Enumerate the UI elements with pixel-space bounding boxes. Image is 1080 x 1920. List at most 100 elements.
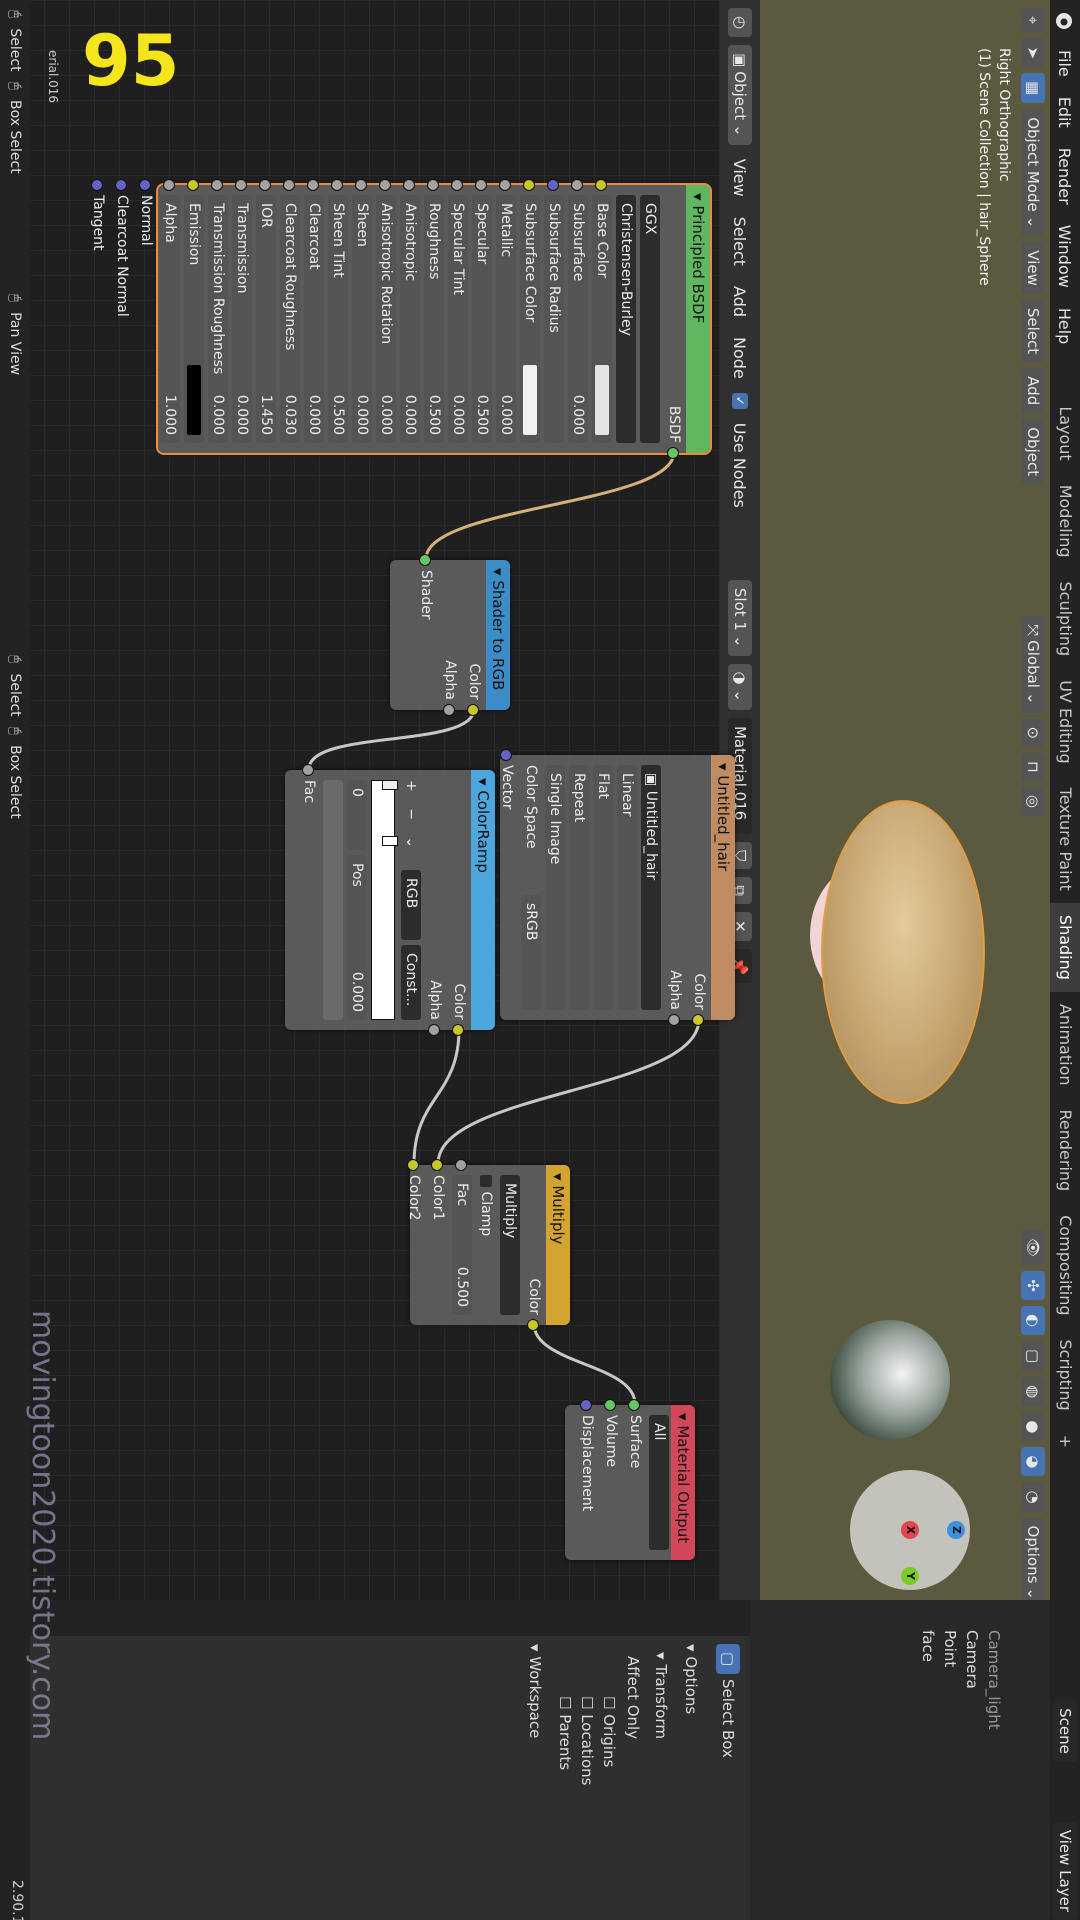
menu-window[interactable]: Window	[1056, 215, 1075, 298]
principled-input-socket[interactable]	[499, 179, 511, 191]
outliner-item-camera-light[interactable]: Camera_light	[983, 1600, 1005, 1920]
ramp-pos-field[interactable]: Pos 0.000	[347, 855, 367, 1020]
viewport-menu-object[interactable]: Object	[1021, 419, 1045, 485]
node-editor-type-button[interactable]: ◴	[728, 8, 752, 38]
principled-input-socket[interactable]	[571, 179, 583, 191]
viewport-menu-view[interactable]: View	[1021, 242, 1045, 294]
proportional-edit-icon[interactable]: ◎	[1021, 786, 1045, 816]
view-layer-selector[interactable]: View Layer	[1053, 1821, 1077, 1920]
fac-slider[interactable]: Fac 0.500	[452, 1175, 472, 1315]
multiply-output-socket[interactable]	[527, 1319, 539, 1331]
principled-input-socket[interactable]	[475, 179, 487, 191]
principled-color-swatch[interactable]	[523, 365, 537, 435]
material-browse-icon[interactable]: ◑ ⌄	[728, 663, 752, 710]
subsurface-method-dropdown[interactable]: Christensen-Burley	[616, 195, 636, 443]
viewport-menu-add[interactable]: Add	[1021, 368, 1045, 414]
principled-input-field[interactable]: Specular Tint 0.000	[448, 195, 468, 443]
principled-input-socket[interactable]	[451, 179, 463, 191]
viewport-menu-select[interactable]: Select	[1021, 299, 1045, 363]
principled-input-field[interactable]: Anisotropic 0.000	[400, 195, 420, 443]
shading-wire-icon[interactable]: ◍	[1021, 1377, 1045, 1407]
multiply-fac-socket[interactable]	[455, 1159, 467, 1171]
add-workspace-button[interactable]: +	[1050, 1423, 1080, 1460]
principled-input-field[interactable]: Anisotropic Rotation 0.000	[376, 195, 396, 443]
principled-input-field[interactable]: Specular 0.500	[472, 195, 492, 443]
bsdf-output-socket[interactable]	[667, 447, 679, 459]
principled-input-socket[interactable]	[331, 179, 343, 191]
node-menu-view[interactable]: View	[731, 153, 750, 203]
ramp-stop-black[interactable]	[382, 780, 398, 790]
ramp-stop-white[interactable]	[382, 836, 398, 846]
multiply-node[interactable]: ▾ Multiply Color Multiply Clamp Fac 0.500…	[406, 1159, 570, 1331]
tab-shading[interactable]: Shading	[1050, 902, 1080, 992]
tab-rendering[interactable]: Rendering	[1050, 1098, 1080, 1204]
principled-input-field[interactable]: Sheen 0.000	[352, 195, 372, 443]
colorramp-header[interactable]: ▾ ColorRamp	[471, 770, 495, 1030]
menu-file[interactable]: File	[1056, 40, 1075, 87]
image-vector-socket[interactable]	[500, 749, 512, 761]
surface-socket[interactable]	[628, 1399, 640, 1411]
target-dropdown[interactable]: All	[649, 1415, 669, 1550]
principled-input-field[interactable]: Base Color	[592, 195, 612, 443]
scene-selector[interactable]: Scene	[1053, 1700, 1077, 1762]
principled-input-field[interactable]: Roughness 0.500	[424, 195, 444, 443]
principled-input-socket[interactable]	[595, 179, 607, 191]
tab-texture-paint[interactable]: Texture Paint	[1050, 776, 1080, 903]
principled-input-socket[interactable]	[91, 179, 103, 191]
interpolation-dropdown[interactable]: Linear	[617, 765, 637, 1010]
ramp-menu-icon[interactable]: ⌄	[403, 836, 419, 848]
tab-uv-editing[interactable]: UV Editing	[1050, 668, 1080, 775]
principled-input-socket[interactable]	[259, 179, 271, 191]
multiply-header[interactable]: ▾ Multiply	[546, 1165, 570, 1325]
image-texture-header[interactable]: ▾ Untitled_hair	[711, 755, 735, 1020]
image-datablock-field[interactable]: ▣ Untitled_hair	[641, 765, 661, 1010]
principled-input-socket[interactable]	[547, 179, 559, 191]
select-mode-icon[interactable]: ▦	[1021, 73, 1045, 104]
use-nodes-checkbox[interactable]: ✓	[732, 392, 748, 409]
gizmo-z-axis[interactable]: Z	[947, 1521, 965, 1539]
projection-dropdown[interactable]: Flat	[593, 765, 613, 1010]
principled-input-socket[interactable]	[379, 179, 391, 191]
origins-toggle[interactable]: ☐ Origins	[598, 1636, 620, 1920]
image-alpha-socket[interactable]	[668, 1014, 680, 1026]
colorramp-fac-socket[interactable]	[302, 764, 314, 776]
outliner-item-face[interactable]: face	[917, 1600, 939, 1920]
navigation-gizmo[interactable]: Z X Y	[850, 1470, 970, 1590]
slot-dropdown[interactable]: Slot 1 ⌄	[728, 579, 752, 656]
principled-input-socket[interactable]	[211, 179, 223, 191]
principled-bsdf-header[interactable]: ▾ Principled BSDF	[686, 185, 710, 453]
tab-modeling[interactable]: Modeling	[1050, 473, 1080, 570]
shading-material-icon[interactable]: ◕	[1021, 1447, 1045, 1477]
material-output-node[interactable]: ▾ Material Output All Surface Volume Dis…	[565, 1399, 695, 1560]
shader-to-rgb-node[interactable]: ▾ Shader to RGB Color Alpha Shader	[390, 554, 510, 716]
ramp-interp-dropdown[interactable]: Const...	[401, 945, 421, 1020]
gizmo-toggle-icon[interactable]: ✣	[1021, 1271, 1045, 1300]
distribution-dropdown[interactable]: GGX	[640, 195, 660, 443]
blend-mode-dropdown[interactable]: Multiply	[500, 1175, 520, 1315]
tab-animation[interactable]: Animation	[1050, 992, 1080, 1098]
principled-input-field[interactable]: Transmission 0.000	[232, 195, 252, 443]
node-menu-select[interactable]: Select	[731, 211, 750, 272]
snap-icon[interactable]: ⊓	[1021, 753, 1045, 781]
principled-input-field[interactable]: Clearcoat 0.000	[304, 195, 324, 443]
options-section[interactable]: ▾ Options	[676, 1636, 706, 1920]
colorspace-dropdown[interactable]: sRGB	[521, 895, 541, 1010]
volume-socket[interactable]	[604, 1399, 616, 1411]
shader-to-rgb-shader-socket[interactable]	[419, 554, 431, 566]
select-tool-icon[interactable]: ➤	[1021, 38, 1045, 68]
locations-toggle[interactable]: ☐ Locations	[576, 1636, 598, 1920]
overlay-toggle-icon[interactable]: ◐	[1021, 1305, 1045, 1335]
image-color-socket[interactable]	[692, 1014, 704, 1026]
blender-logo-icon[interactable]	[1053, 8, 1077, 32]
principled-input-field[interactable]: IOR 1.450	[256, 195, 276, 443]
principled-input-socket[interactable]	[115, 179, 127, 191]
image-texture-node[interactable]: ▾ Untitled_hair Color Alpha ▣ Untitled_h…	[499, 749, 735, 1026]
gizmo-y-axis[interactable]: Y	[901, 1567, 919, 1585]
tab-scripting[interactable]: Scripting	[1050, 1328, 1080, 1423]
node-menu-add[interactable]: Add	[731, 280, 750, 323]
menu-render[interactable]: Render	[1056, 138, 1075, 215]
hair-mesh[interactable]	[821, 800, 985, 1104]
principled-input-socket[interactable]	[403, 179, 415, 191]
shading-solid-icon[interactable]: ●	[1021, 1412, 1045, 1442]
material-output-header[interactable]: ▾ Material Output	[671, 1405, 695, 1560]
